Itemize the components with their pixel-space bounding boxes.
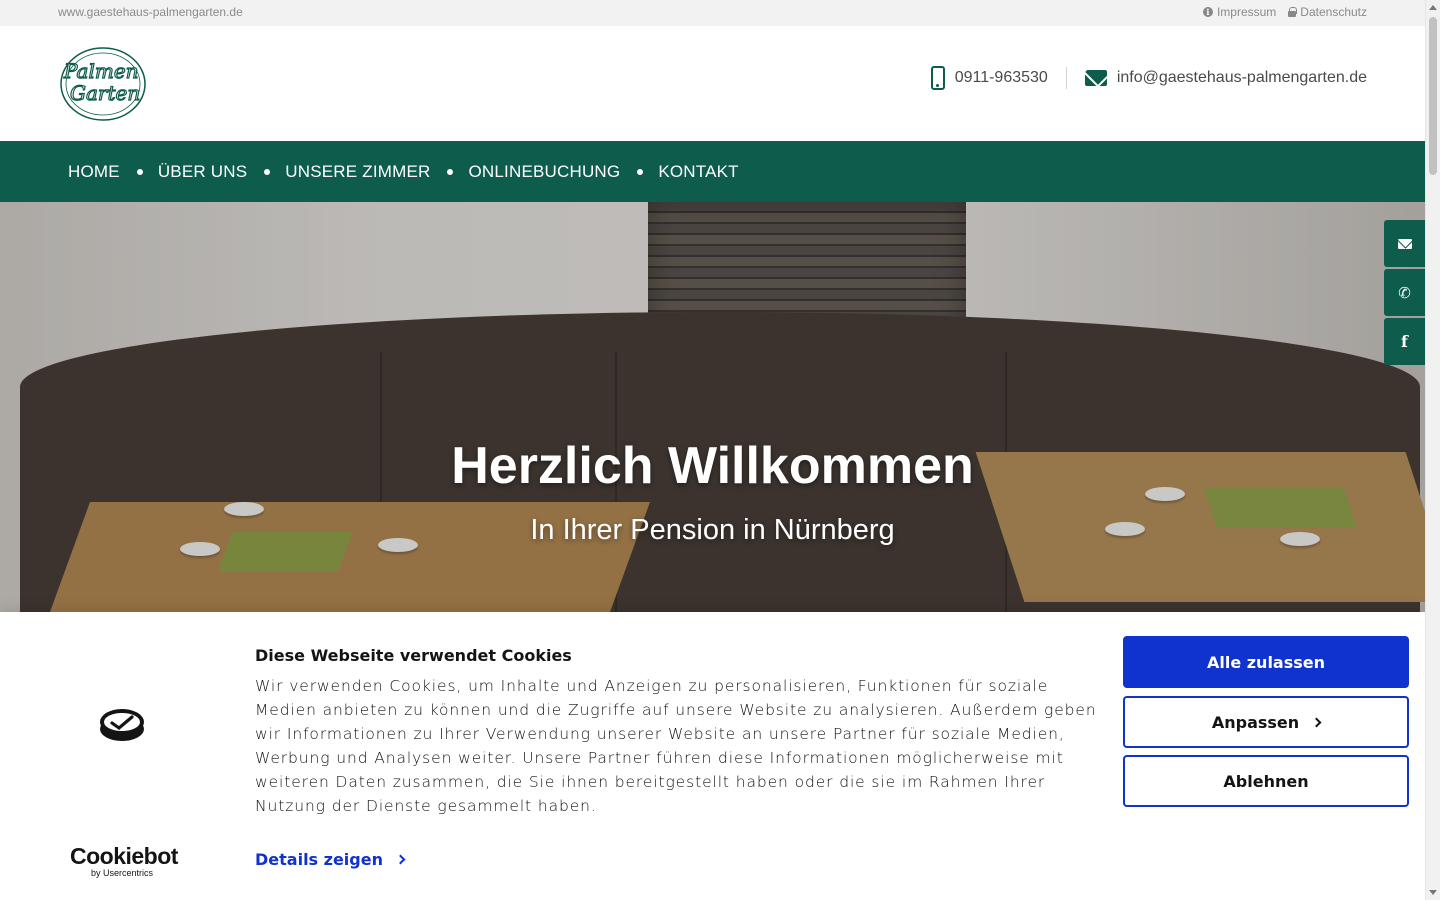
chevron-right-icon (1311, 717, 1322, 727)
nav-home[interactable]: HOME (68, 162, 120, 182)
allow-all-button[interactable]: Alle zulassen (1123, 636, 1409, 688)
hero-title: Herzlich Willkommen (451, 437, 974, 495)
scrollbar-thumb[interactable] (1429, 17, 1437, 175)
envelope-icon (1397, 238, 1412, 249)
logo-text-2: Garten (70, 81, 140, 105)
side-facebook-button[interactable]: f (1384, 318, 1425, 365)
customize-button[interactable]: Anpassen (1123, 696, 1409, 748)
details-link[interactable]: Details zeigen (255, 850, 406, 869)
side-phone-button[interactable]: ✆ (1384, 269, 1425, 316)
details-link-label: Details zeigen (255, 850, 383, 869)
email-contact[interactable]: info@gaestehaus-palmengarten.de (1084, 69, 1367, 87)
site-header: Palmen Garten 0911-963530 info@gaestehau… (0, 26, 1425, 141)
cookie-banner: Cookiebot by Usercentrics Diese Webseite… (0, 612, 1425, 900)
side-email-button[interactable] (1384, 220, 1425, 267)
nav-unsere-zimmer[interactable]: UNSERE ZIMMER (285, 162, 430, 182)
nav-separator (264, 168, 271, 175)
email-address: info@gaestehaus-palmengarten.de (1116, 69, 1367, 86)
contact-info: 0911-963530 info@gaestehaus-palmengarten… (930, 66, 1367, 90)
nav-separator (136, 168, 143, 175)
mobile-phone-icon (930, 66, 945, 90)
decline-button[interactable]: Ablehnen (1123, 755, 1409, 807)
cookie-title: Diese Webseite verwendet Cookies (255, 646, 572, 665)
cookiebot-brand-sub: by Usercentrics (90, 868, 153, 878)
nav-kontakt[interactable]: KONTAKT (658, 162, 738, 182)
cookiebot-logo[interactable]: Cookiebot by Usercentrics (70, 843, 178, 878)
main-nav: HOME ÜBER UNS UNSERE ZIMMER ONLINEBUCHUN… (0, 141, 1425, 202)
customize-label: Anpassen (1211, 712, 1300, 732)
site-domain: www.gaestehaus-palmengarten.de (58, 5, 243, 19)
decline-label: Ablehnen (1223, 771, 1309, 791)
contact-divider (1065, 67, 1067, 89)
datenschutz-link[interactable]: Datenschutz (1288, 5, 1367, 19)
cookiebot-brand: Cookiebot (70, 843, 178, 869)
page-scrollbar[interactable] (1425, 0, 1440, 900)
top-bar: www.gaestehaus-palmengarten.de i Impress… (0, 0, 1425, 26)
scroll-up-arrow-icon[interactable] (1429, 5, 1437, 10)
logo-text-1: Palmen (63, 59, 139, 83)
phone-contact[interactable]: 0911-963530 (930, 66, 1048, 90)
hero-overlay (0, 202, 1425, 612)
lock-icon (1288, 7, 1298, 17)
palmengarten-logo[interactable]: Palmen Garten (56, 44, 150, 122)
impressum-label: Impressum (1216, 5, 1277, 19)
cookie-description: Wir verwenden Cookies, um Inhalte und An… (255, 677, 1097, 815)
nav-separator (447, 168, 454, 175)
phone-number: 0911-963530 (954, 69, 1048, 86)
hero-banner: Herzlich Willkommen In Ihrer Pension in … (0, 202, 1425, 612)
nav-ueber-uns[interactable]: ÜBER UNS (158, 162, 247, 182)
cookiebot-badge-icon (100, 709, 144, 741)
nav-separator (637, 168, 644, 175)
chevron-right-icon (395, 854, 406, 865)
nav-onlinebuchung[interactable]: ONLINEBUCHUNG (468, 162, 620, 182)
phone-icon: ✆ (1398, 283, 1411, 302)
scroll-down-arrow-icon[interactable] (1429, 890, 1437, 895)
envelope-icon (1084, 70, 1107, 86)
hero-subtitle: In Ihrer Pension in Nürnberg (530, 514, 895, 546)
impressum-link[interactable]: i Impressum (1202, 5, 1277, 19)
datenschutz-label: Datenschutz (1300, 5, 1367, 19)
facebook-icon: f (1401, 332, 1408, 351)
info-icon: i (1202, 7, 1213, 17)
top-links: i Impressum Datenschutz (1202, 5, 1367, 19)
allow-all-label: Alle zulassen (1206, 652, 1326, 672)
